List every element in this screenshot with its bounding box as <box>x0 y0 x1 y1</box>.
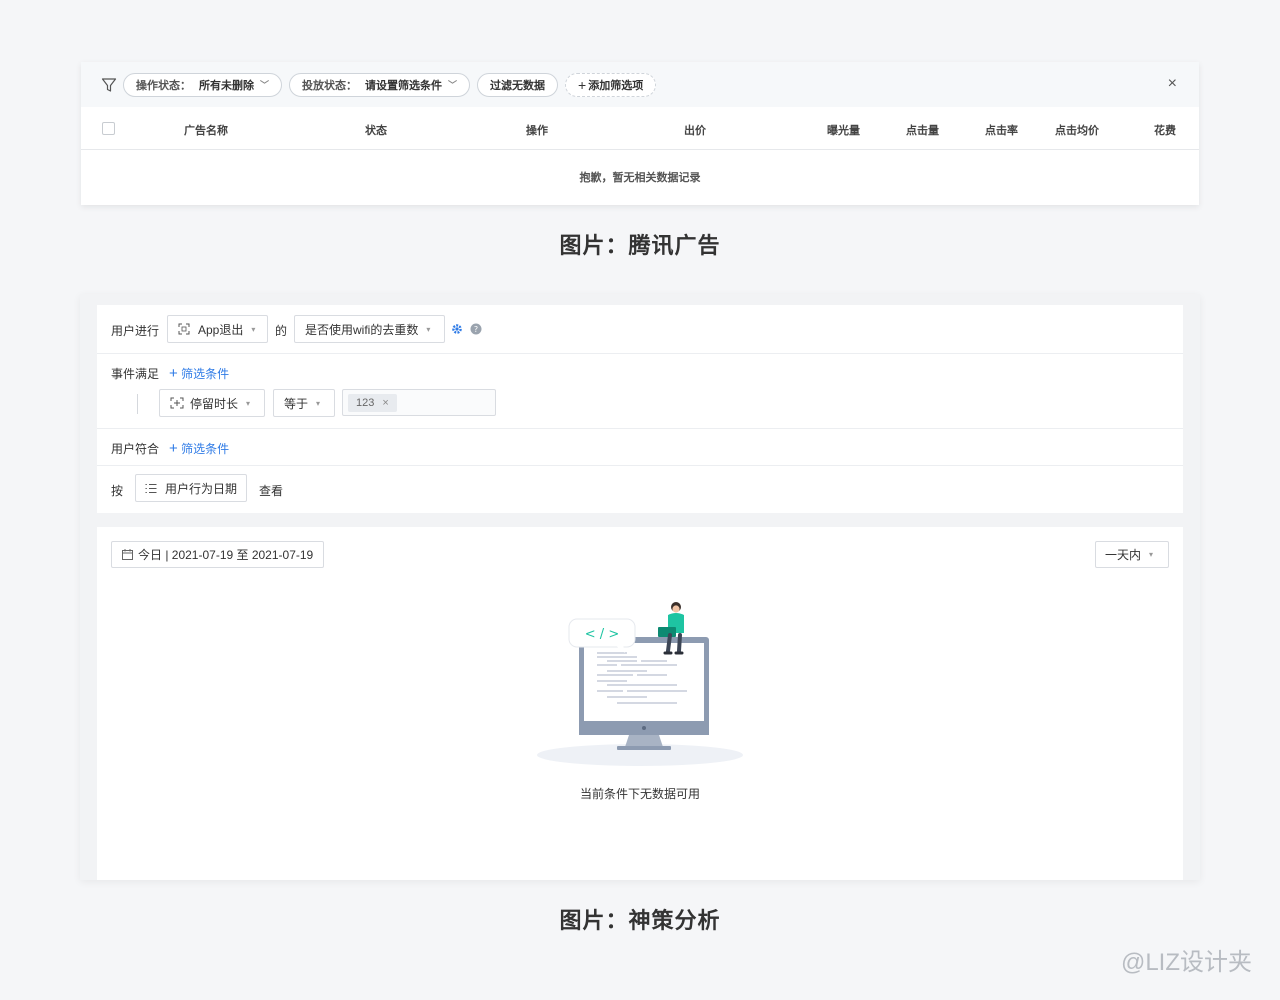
add-user-filter-link[interactable]: + 筛选条件 <box>169 440 229 457</box>
filter-no-data-label: 过滤无数据 <box>490 79 546 92</box>
add-filter-label: 添加筛选项 <box>588 79 644 92</box>
caret-down-icon: ▾ <box>251 324 256 334</box>
calendar-icon <box>122 549 133 560</box>
event-condition-label: 事件满足 <box>111 367 160 381</box>
event-value: App退出 <box>198 322 244 337</box>
empty-state-illustration: < / > <box>537 602 743 766</box>
filter-value: 请设置筛选条件 <box>365 79 443 92</box>
metric-select[interactable]: 是否使用wifi的去重数 ▾ <box>294 315 445 343</box>
column-header[interactable]: 广告名称 <box>184 122 228 138</box>
user-condition-row: 用户符合 + 筛选条件 <box>97 429 1183 466</box>
caption-sensors: 图片：神策分析 <box>559 908 721 933</box>
metric-value: 是否使用wifi的去重数 <box>305 322 419 337</box>
filter-funnel-icon <box>101 77 117 92</box>
sensors-analytics-panel: 用户进行 App退出 ▾ 的 是否使用wifi的去重数 ▾ ? 事件满足 + 筛… <box>80 294 1200 880</box>
add-event-filter-label: 筛选条件 <box>181 367 230 381</box>
window-select[interactable]: 一天内 ▾ <box>1095 541 1169 568</box>
column-header[interactable]: 点击均价 <box>1055 122 1099 138</box>
date-range-picker[interactable]: 今日 | 2021-07-19 至 2021-07-19 <box>111 541 325 568</box>
column-header[interactable]: 花费 <box>1154 122 1176 138</box>
svg-text:?: ? <box>474 325 478 334</box>
result-panel: 今日 | 2021-07-19 至 2021-07-19 一天内 ▾ < / >… <box>97 527 1183 880</box>
column-header[interactable]: 出价 <box>684 122 706 138</box>
add-user-filter-label: 筛选条件 <box>181 442 230 456</box>
query-builder: 用户进行 App退出 ▾ 的 是否使用wifi的去重数 ▾ ? 事件满足 + 筛… <box>97 305 1183 513</box>
column-header[interactable]: 点击量 <box>906 122 939 138</box>
joiner-text: 的 <box>275 324 288 338</box>
plus-icon: + <box>169 365 178 382</box>
caret-down-icon: ▾ <box>246 398 251 408</box>
column-header[interactable]: 曝光量 <box>827 122 860 138</box>
event-prefix: 用户进行 <box>111 324 160 338</box>
group-by-prefix: 按 <box>111 484 124 498</box>
chevron-down-icon: ﹀ <box>260 80 270 90</box>
caret-down-icon: ▾ <box>426 324 431 334</box>
plus-icon: + <box>578 76 587 93</box>
caret-down-icon: ▾ <box>316 398 321 408</box>
code-bubble-text: < / > <box>585 627 619 642</box>
list-icon <box>145 482 159 494</box>
gear-icon[interactable] <box>451 323 463 335</box>
column-header[interactable]: 操作 <box>526 122 548 138</box>
date-range-value: 今日 | 2021-07-19 至 2021-07-19 <box>138 548 314 562</box>
filter-label: 投放状态： <box>302 79 358 92</box>
filter-value: 所有未删除 <box>199 79 254 92</box>
field-select[interactable]: 停留时长 ▾ <box>159 389 265 417</box>
event-select[interactable]: App退出 ▾ <box>167 315 268 343</box>
filter-chip-operation-status[interactable]: 操作状态： 所有未删除 ﹀ <box>123 72 283 97</box>
filter-label: 操作状态： <box>136 79 191 92</box>
empty-state-text: 抱歉，暂无相关数据记录 <box>579 172 701 184</box>
event-row: 用户进行 App退出 ▾ 的 是否使用wifi的去重数 ▾ ? <box>97 305 1183 354</box>
select-all-checkbox[interactable] <box>102 122 115 135</box>
column-header[interactable]: 状态 <box>365 122 387 138</box>
caption-tencent: 图片：腾讯广告 <box>559 233 721 258</box>
field-value: 停留时长 <box>190 396 239 411</box>
operator-value: 等于 <box>284 396 309 411</box>
indent-divider <box>137 394 138 414</box>
scan-icon <box>178 323 192 335</box>
user-condition-label: 用户符合 <box>111 442 160 456</box>
remove-tag-icon[interactable]: × <box>382 397 388 409</box>
chevron-down-icon: ﹀ <box>448 80 458 90</box>
value-tag-label: 123 <box>356 397 375 409</box>
filter-no-data-button[interactable]: 过滤无数据 <box>477 72 559 97</box>
close-icon[interactable]: × <box>1168 75 1177 93</box>
value-tag: 123 × <box>348 394 397 412</box>
value-tag-input[interactable]: 123 × <box>342 389 496 416</box>
group-by-suffix: 查看 <box>259 484 284 498</box>
empty-state-text: 当前条件下无数据可用 <box>579 787 700 801</box>
event-condition-row: 事件满足 + 筛选条件 停留时长 ▾ 等于 ▾ 123 × <box>97 354 1183 429</box>
tencent-ads-panel: 操作状态： 所有未删除 ﹀ 投放状态： 请设置筛选条件 ﹀ 过滤无数据 + 添加… <box>81 62 1199 205</box>
add-event-filter-link[interactable]: + 筛选条件 <box>169 365 229 382</box>
table-header: 广告名称 状态 操作 出价 曝光量 点击量 点击率 点击均价 花费 <box>81 107 1199 150</box>
operator-select[interactable]: 等于 ▾ <box>273 389 335 417</box>
group-by-row: 按 用户行为日期 查看 <box>97 466 1183 513</box>
window-value: 一天内 <box>1105 548 1142 562</box>
field-icon <box>170 397 184 409</box>
help-icon[interactable]: ? <box>470 323 482 335</box>
group-by-value: 用户行为日期 <box>165 481 238 496</box>
add-filter-button[interactable]: + 添加筛选项 <box>565 72 657 97</box>
column-header[interactable]: 点击率 <box>985 122 1018 138</box>
filter-chip-delivery-status[interactable]: 投放状态： 请设置筛选条件 ﹀ <box>289 72 471 97</box>
watermark: @LIZ设计夹 <box>1120 949 1252 976</box>
filter-bar: 操作状态： 所有未删除 ﹀ 投放状态： 请设置筛选条件 ﹀ 过滤无数据 + 添加… <box>81 62 1199 107</box>
plus-icon: + <box>169 440 178 457</box>
caret-down-icon: ▾ <box>1149 550 1154 559</box>
group-by-select[interactable]: 用户行为日期 <box>135 474 247 502</box>
